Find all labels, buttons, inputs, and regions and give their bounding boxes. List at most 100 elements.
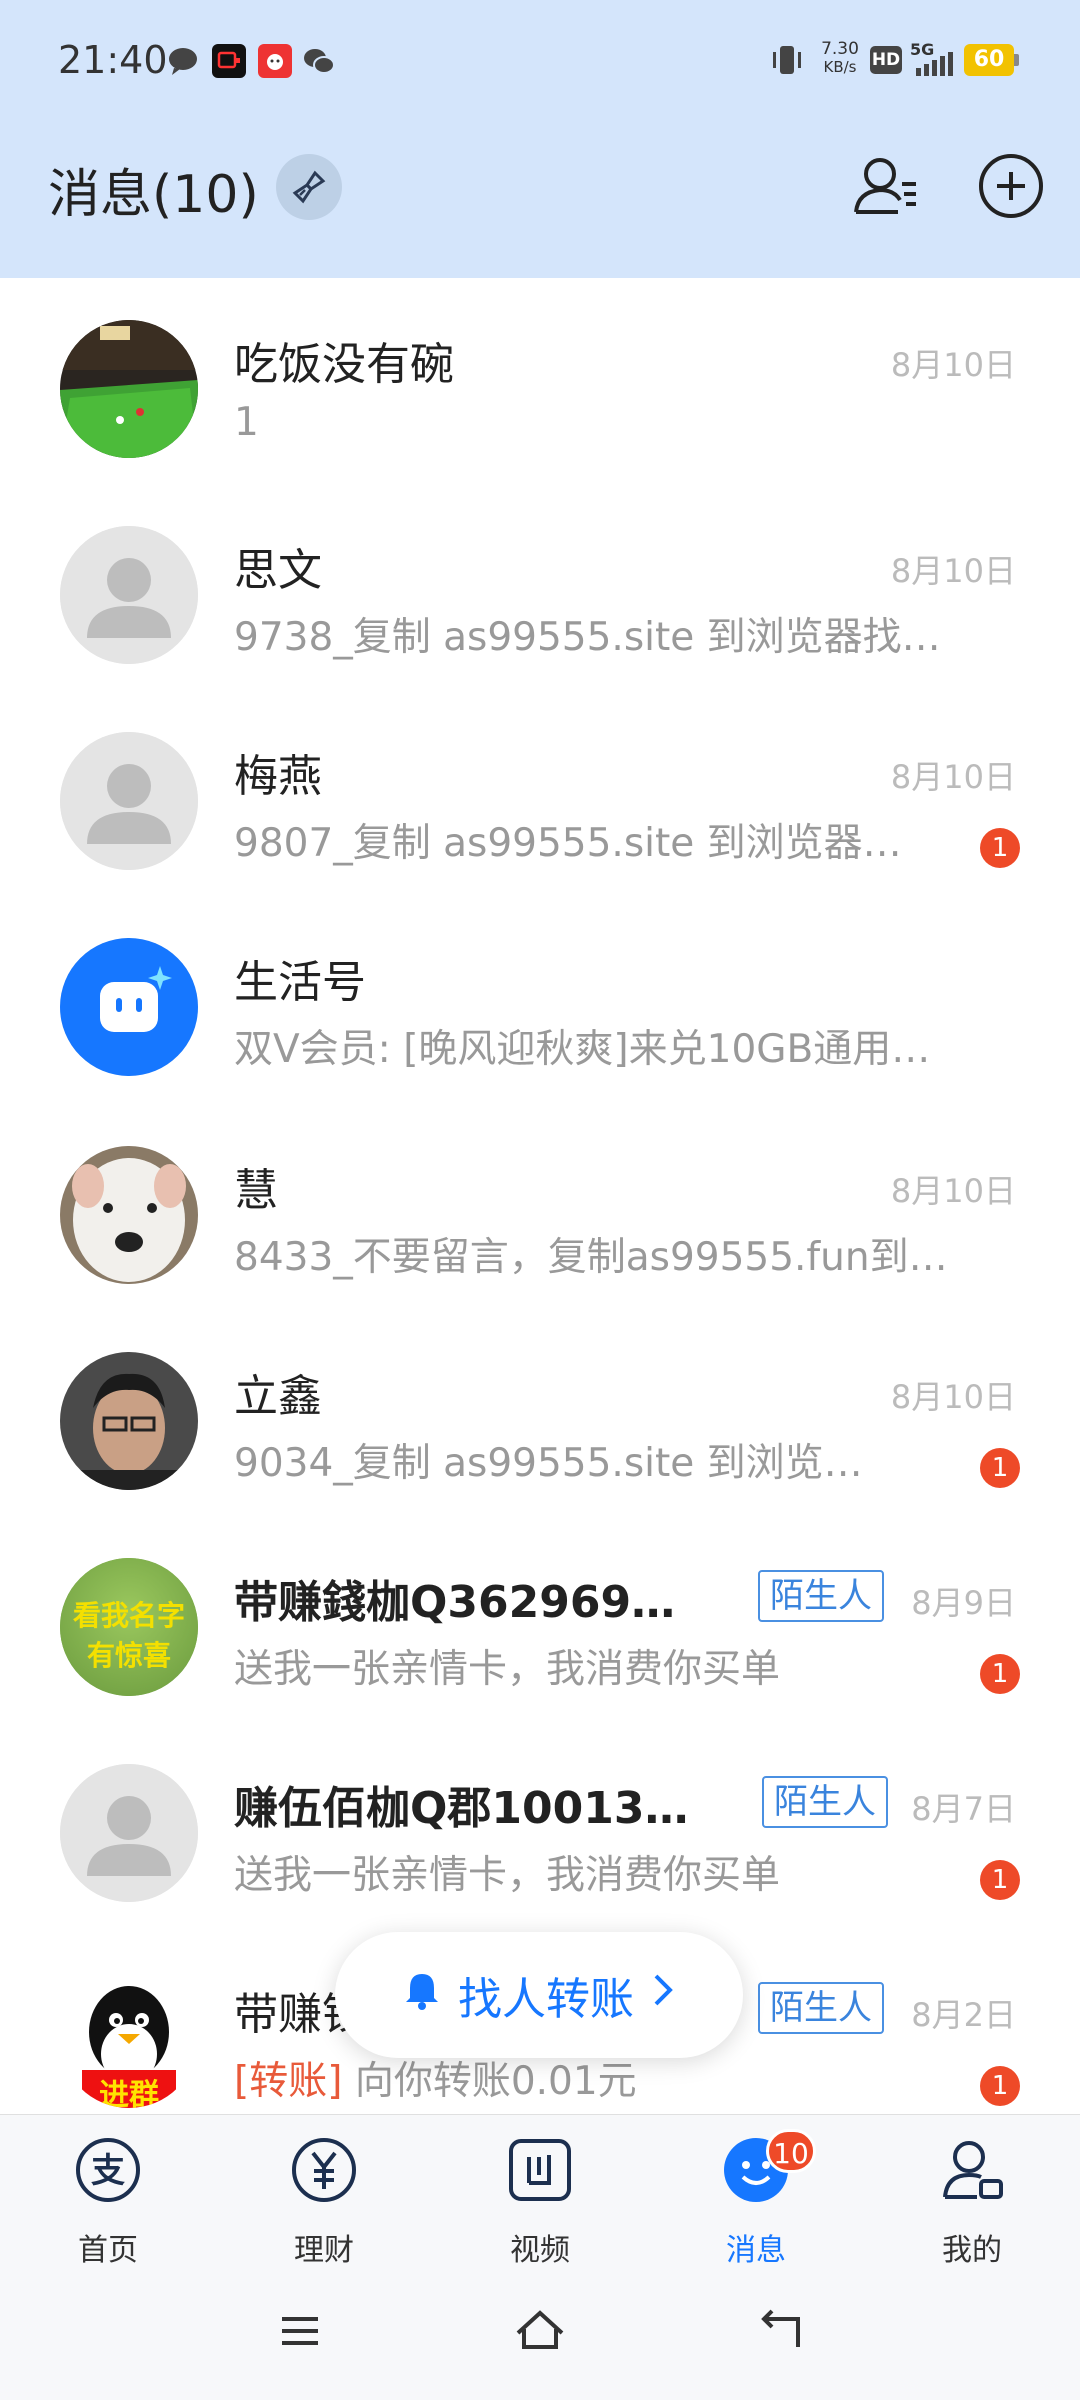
transfer-text: 向你转账0.01元	[354, 2059, 637, 2104]
conversation-row[interactable]: 看我名字 有惊喜 带赚錢枷Q3629695… 陌生人 送我一张亲情卡，我消费你买…	[24, 1516, 1056, 1722]
chat-bubble-icon	[166, 44, 200, 78]
message-date: 8月10日	[890, 552, 1016, 590]
message-date: 8月10日	[890, 1172, 1016, 1210]
nav-label: 理财	[294, 2233, 354, 2268]
unread-badge: 1	[980, 1448, 1020, 1488]
home-icon[interactable]	[510, 2301, 570, 2361]
avatar	[60, 1146, 198, 1284]
stranger-tag: 陌生人	[758, 1982, 884, 2034]
message-date: 8月10日	[890, 346, 1016, 384]
message-date: 8月9日	[911, 1584, 1016, 1622]
life-account-icon	[60, 938, 198, 1076]
unread-badge: 1	[980, 2066, 1020, 2106]
conversation-row[interactable]: 梅燕 9807_复制 as99555.site 到浏览器… 8月10日 1	[24, 690, 1056, 896]
net-speed-value: 7.30	[821, 39, 859, 59]
page-title: 消息(10)	[48, 165, 259, 225]
conversation-row[interactable]: 思文 9738_复制 as99555.site 到浏览器找… 8月10日	[24, 484, 1056, 690]
broom-clean-icon[interactable]	[276, 154, 342, 220]
contact-name: 思文	[234, 545, 322, 596]
nav-video[interactable]: 视频	[450, 2135, 630, 2285]
contact-name: 慧	[234, 1165, 278, 1216]
net-speed-unit: KB/s	[823, 58, 857, 76]
nav-home[interactable]: 支 首页	[18, 2135, 198, 2285]
message-preview: 双V会员: [晚风迎秋爽]来兑10GB通用…	[234, 1027, 931, 1072]
signal-label: 5G	[910, 40, 935, 59]
conversation-row[interactable]: 吃饭没有碗 1 8月10日	[24, 278, 1056, 484]
nav-profile[interactable]: 我的	[882, 2135, 1062, 2285]
message-preview: 9807_复制 as99555.site 到浏览器…	[234, 821, 902, 866]
stranger-tag: 陌生人	[758, 1570, 884, 1622]
contacts-icon[interactable]	[850, 150, 922, 222]
conversation-row[interactable]: 生活号 双V会员: [晚风迎秋爽]来兑10GB通用…	[24, 896, 1056, 1102]
status-bar: 21:40 7.30 KB/s HD 5G 60	[0, 0, 1080, 120]
message-date: 8月10日	[890, 758, 1016, 796]
message-date: 8月2日	[911, 1996, 1016, 2034]
avatar-text-line: 进群	[99, 2078, 159, 2108]
message-preview: 9738_复制 as99555.site 到浏览器找…	[234, 615, 941, 660]
nav-messages[interactable]: 10 消息	[666, 2129, 846, 2285]
stranger-tag: 陌生人	[762, 1776, 888, 1828]
default-avatar-icon	[60, 526, 198, 664]
wechat-icon	[302, 44, 336, 78]
message-preview: [转账] 向你转账0.01元	[234, 2050, 934, 2106]
unread-count-badge: 10	[766, 2129, 816, 2173]
yuan-icon	[289, 2135, 359, 2205]
default-avatar-icon	[60, 1764, 198, 1902]
message-date: 8月7日	[911, 1790, 1016, 1828]
unread-badge: 1	[980, 1654, 1020, 1694]
nav-label: 首页	[78, 2233, 138, 2268]
back-icon[interactable]	[750, 2301, 810, 2361]
avatar-text-line: 有惊喜	[86, 1639, 171, 1672]
bell-icon	[400, 1968, 444, 2023]
find-transfer-button[interactable]: 找人转账	[335, 1932, 743, 2058]
battery-level: 60	[973, 47, 1005, 72]
top-header: 21:40 7.30 KB/s HD 5G 60 消息(10)	[0, 0, 1080, 278]
red-app-icon	[258, 44, 292, 78]
message-preview: 8433_不要留言，复制as99555.fun到…	[234, 1235, 948, 1280]
contact-name: 梅燕	[234, 751, 322, 802]
video-icon	[505, 2135, 575, 2205]
nav-label: 消息	[726, 2233, 786, 2268]
message-preview: 9034_复制 as99555.site 到浏览…	[234, 1441, 863, 1486]
avatar	[60, 320, 198, 458]
status-time: 21:40	[58, 38, 168, 82]
transfer-tag: [转账]	[234, 2059, 343, 2104]
unread-badge: 1	[980, 1860, 1020, 1900]
default-avatar-icon	[60, 732, 198, 870]
unread-badge: 1	[980, 828, 1020, 868]
video-app-icon	[212, 44, 246, 78]
menu-icon[interactable]	[270, 2301, 330, 2361]
hd-icon: HD	[870, 46, 902, 74]
contact-name: 生活号	[234, 957, 366, 1008]
alipay-icon: 支	[73, 2135, 143, 2205]
message-preview: 1	[234, 400, 259, 445]
signal-icon: 5G	[910, 40, 956, 80]
avatar	[60, 1352, 198, 1490]
conversation-row[interactable]: 立鑫 9034_复制 as99555.site 到浏览… 8月10日 1	[24, 1310, 1056, 1516]
profile-icon	[937, 2135, 1007, 2205]
conversation-row[interactable]: 赚伍佰枷Q郡100132… 陌生人 送我一张亲情卡，我消费你买单 8月7日 1	[24, 1722, 1056, 1928]
nav-label: 视频	[510, 2233, 570, 2268]
svg-text:支: 支	[91, 2151, 125, 2191]
contact-name: 赚伍佰枷Q郡100132…	[234, 1783, 714, 1834]
avatar: 看我名字 有惊喜	[60, 1558, 198, 1696]
contact-name: 带赚錢枷Q3629695…	[234, 1577, 704, 1628]
conversation-row[interactable]: 慧 8433_不要留言，复制as99555.fun到… 8月10日	[24, 1104, 1056, 1310]
qq-penguin-avatar: 进群	[60, 1970, 198, 2108]
net-speed: 7.30 KB/s	[816, 40, 864, 80]
battery-icon: 60	[964, 44, 1020, 76]
avatar-text-line: 看我名字	[72, 1599, 185, 1632]
vibrate-icon	[770, 40, 804, 80]
contact-name: 吃饭没有碗	[234, 339, 454, 390]
nav-label: 我的	[942, 2233, 1002, 2268]
chevron-right-icon	[648, 1968, 678, 2023]
message-preview: 送我一张亲情卡，我消费你买单	[234, 1853, 781, 1898]
message-date: 8月10日	[890, 1378, 1016, 1416]
nav-finance[interactable]: 理财	[234, 2135, 414, 2285]
add-circle-icon[interactable]	[975, 150, 1047, 222]
message-preview: 送我一张亲情卡，我消费你买单	[234, 1647, 781, 1692]
conversation-list: 吃饭没有碗 1 8月10日 思文 9738_复制 as99555.site 到浏…	[24, 278, 1056, 2118]
bottom-nav: 支 首页 理财 视频 10 消息 我的	[0, 2114, 1080, 2400]
contact-name: 立鑫	[234, 1371, 322, 1422]
find-transfer-label: 找人转账	[458, 1974, 634, 2025]
